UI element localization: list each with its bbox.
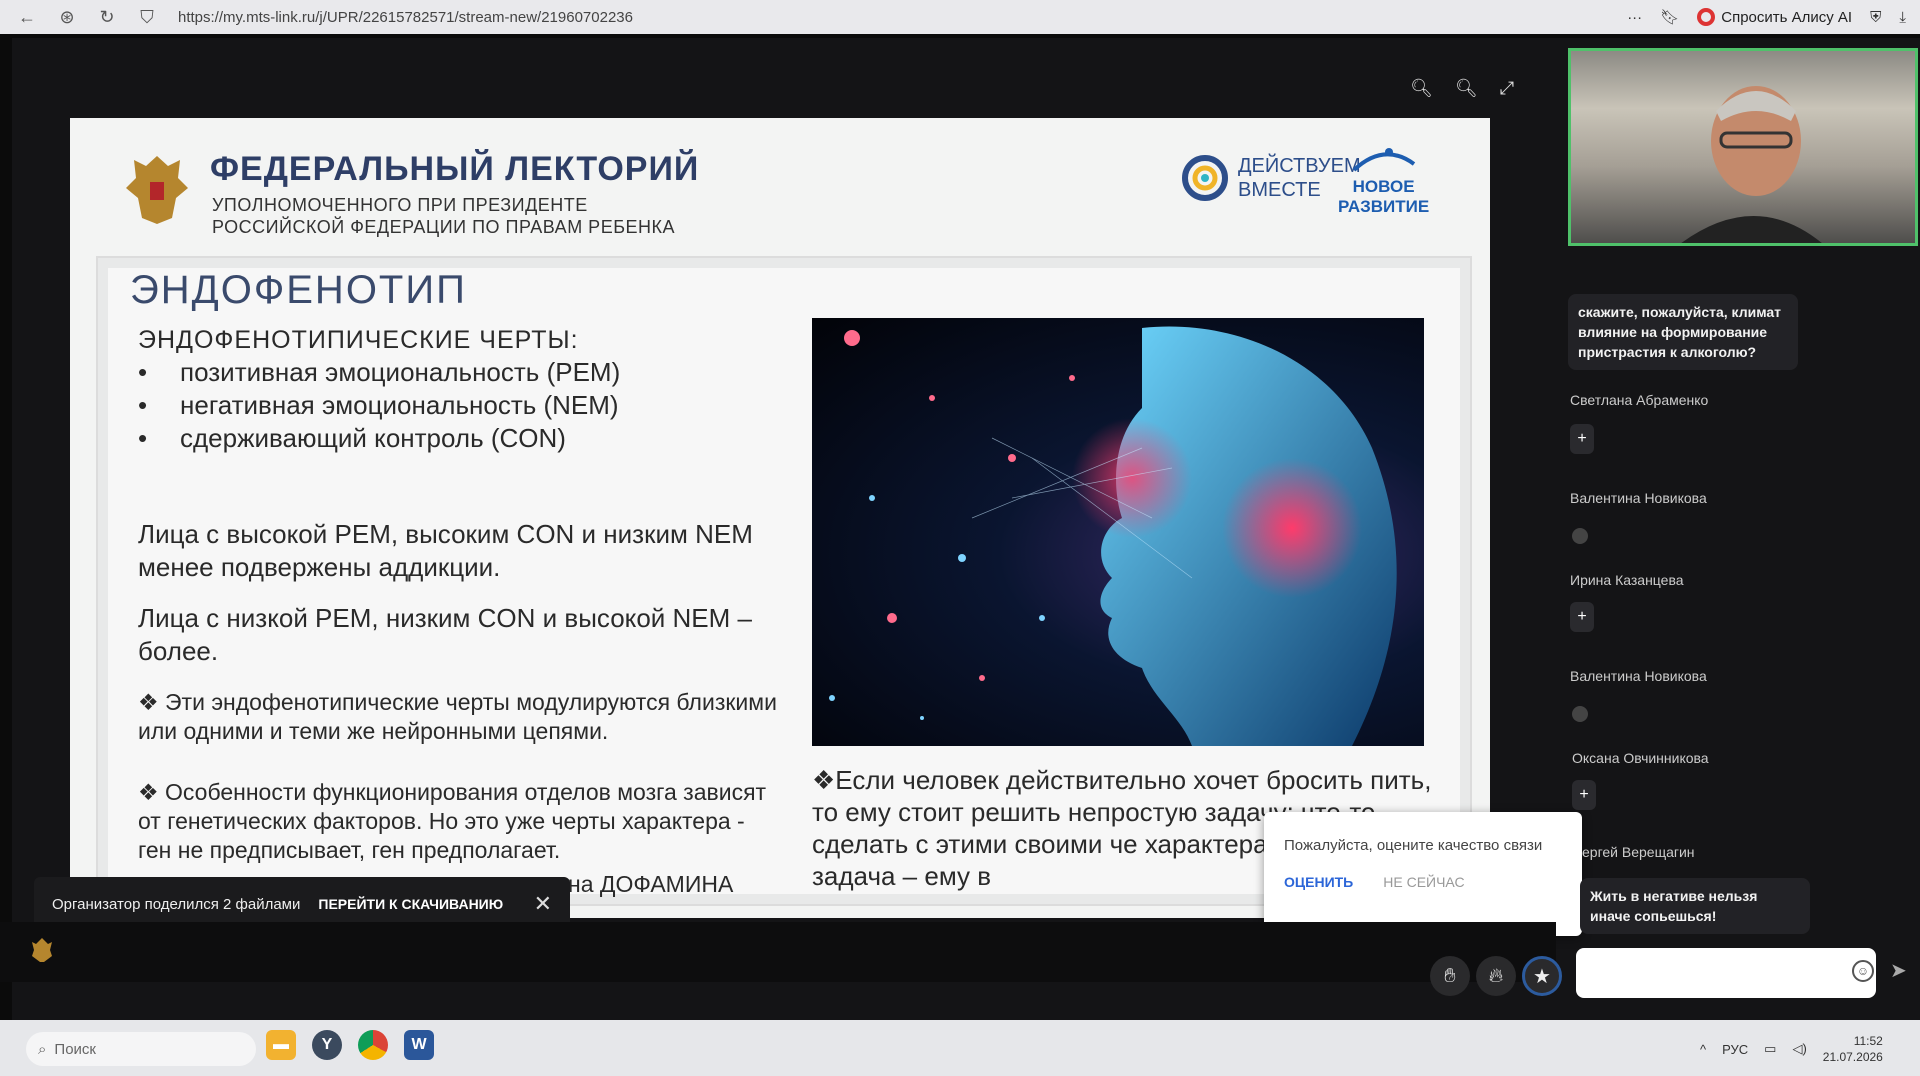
fire-reaction-icon[interactable]: 🔥︎ [1476, 956, 1516, 996]
word-icon[interactable]: W [404, 1030, 434, 1060]
back-icon[interactable]: ← [14, 4, 40, 30]
clock[interactable]: 11:52 21.07.2026 [1823, 1033, 1883, 1065]
rate-question: Пожалуйста, оцените качество связи [1284, 837, 1543, 854]
lectorium-subtitle: УПОЛНОМОЧЕННОГО ПРИ ПРЕЗИДЕНТЕ РОССИЙСКО… [212, 194, 675, 238]
search-placeholder: Поиск [54, 1040, 96, 1058]
deystvuem-logo-icon [1182, 155, 1228, 201]
coat-of-arms-icon [126, 156, 188, 224]
fullscreen-icon[interactable]: ⤢ [1500, 78, 1514, 99]
go-to-download-link[interactable]: ПЕРЕЙТИ К СКАЧИВАНИЮ [318, 896, 503, 912]
lectorium-title: ФЕДЕРАЛЬНЫЙ ЛЕКТОРИЙ [210, 150, 700, 188]
paragraph-high-pem: Лица с высокой PEM, высоким CON и низким… [138, 519, 753, 582]
browser-toolbar: ← ⊛ ↻ ⛉ https://my.mts-link.ru/j/UPR/226… [0, 0, 1920, 34]
glowing-face-image [829, 326, 1397, 746]
paragraph-genetics: ❖ Особенности функционирования отделов м… [138, 779, 767, 863]
reload-icon[interactable]: ↻ [94, 4, 120, 30]
novoe-razvitie-icon [1352, 148, 1415, 172]
address-bar[interactable]: https://my.mts-link.ru/j/UPR/22615782571… [178, 9, 633, 26]
trait-item: позитивная эмоциональность (PEM) [138, 356, 620, 389]
lectorium-sub-line1: УПОЛНОМОЧЕННОГО ПРИ ПРЕЗИДЕНТЕ [212, 195, 588, 215]
search-icon: ⌕ [38, 1040, 47, 1058]
chat-input-box [1576, 948, 1876, 998]
close-icon[interactable]: ✕ [534, 891, 552, 917]
speaker-video[interactable] [1568, 48, 1918, 246]
language-indicator[interactable]: РУС [1722, 1042, 1748, 1057]
rate-connection-popup: Пожалуйста, оцените качество связи ОЦЕНИ… [1264, 812, 1582, 936]
chat-author: ергей Верещагин [1582, 844, 1695, 860]
chat-panel: скажите, пожалуйста, климат влияние на ф… [1556, 250, 1920, 940]
emblem-icon [32, 938, 52, 962]
chat-author: Валентина Новикова [1570, 490, 1707, 506]
chrome-icon[interactable] [358, 1030, 388, 1060]
plus-icon[interactable]: + [1570, 424, 1594, 454]
paragraph-dopamine-tail: на ДОФАМИНА [568, 871, 734, 897]
chat-author: Валентина Новикова [1570, 668, 1707, 684]
partner2-line2: РАЗВИТИЕ [1338, 197, 1430, 216]
system-tray: ^ РУС ▭ ◁) 11:52 21.07.2026 [1700, 1024, 1883, 1074]
shield-icon[interactable]: ⛉ [134, 4, 160, 30]
file-explorer-icon[interactable]: ▬ [266, 1030, 296, 1060]
plus-icon[interactable]: + [1570, 602, 1594, 632]
network-icon[interactable]: ▭ [1764, 1041, 1776, 1057]
traits-list: позитивная эмоциональность (PEM) негатив… [138, 356, 620, 455]
emoji-icon[interactable]: ☺ [1852, 960, 1874, 982]
yandex-protect-icon[interactable]: ⊛ [54, 4, 80, 30]
clock-time: 11:52 [1853, 1034, 1883, 1048]
taskbar-search[interactable]: ⌕ Поиск [26, 1032, 256, 1066]
star-reaction-icon[interactable]: ★ [1522, 956, 1562, 996]
extension-icon[interactable]: ⛨ [1870, 9, 1881, 26]
send-icon[interactable]: ➤ [1890, 958, 1907, 983]
trait-item: сдерживающий контроль (CON) [138, 422, 620, 455]
raise-hand-icon[interactable]: ✋︎ [1430, 956, 1470, 996]
paragraph-neural-circuits: ❖ Эти эндофенотипические черты модулирую… [138, 689, 777, 744]
zoom-in-icon[interactable]: 🔍︎ [1455, 78, 1478, 99]
presentation-slide: ФЕДЕРАЛЬНЫЙ ЛЕКТОРИЙ УПОЛНОМОЧЕННОГО ПРИ… [70, 118, 1490, 918]
more-icon[interactable]: ··· [1627, 9, 1642, 26]
chat-message: скажите, пожалуйста, климат влияние на ф… [1568, 294, 1798, 370]
download-icon[interactable]: ⤓ [1899, 9, 1906, 26]
sticker-icon [1572, 528, 1588, 544]
bookmark-icon[interactable]: 🔖︎ [1660, 8, 1679, 26]
chat-message: Жить в негативе нельзя иначе сопьешься! [1580, 878, 1810, 934]
alice-button[interactable]: Спросить Алису AI [1697, 8, 1852, 26]
lectorium-sub-line2: РОССИЙСКОЙ ФЕДЕРАЦИИ ПО ПРАВАМ РЕБЕНКА [212, 217, 676, 237]
alice-icon [1697, 8, 1716, 26]
traits-heading: ЭНДОФЕНОТИПИЧЕСКИЕ ЧЕРТЫ: [138, 326, 579, 354]
chat-author: Ирина Казанцева [1570, 572, 1684, 588]
clock-date: 21.07.2026 [1822, 1050, 1883, 1064]
ai-head-illustration [812, 318, 1424, 746]
stage-bottom-bar [0, 922, 1556, 982]
toast-text: Организатор поделился 2 файлами [52, 895, 301, 913]
alice-label: Спросить Алису AI [1721, 8, 1853, 26]
chat-author: Светлана Абраменко [1570, 392, 1709, 408]
volume-icon[interactable]: ◁) [1792, 1041, 1806, 1057]
sticker-icon [1572, 706, 1588, 722]
speaker-avatar [1681, 86, 1822, 243]
slide-title: ЭНДОФЕНОТИП [130, 268, 467, 312]
rate-button[interactable]: ОЦЕНИТЬ [1284, 874, 1353, 890]
zoom-out-icon[interactable]: 🔍︎ [1410, 78, 1433, 99]
partner2-line1: НОВОЕ [1352, 177, 1415, 196]
partner-logo-deystvuem-vmeste: ДЕЙСТВУЕМ ВМЕСТЕ [1180, 148, 1361, 208]
plus-icon[interactable]: + [1572, 780, 1596, 810]
not-now-button[interactable]: НЕ СЕЙЧАС [1383, 874, 1464, 890]
chat-input[interactable] [1576, 948, 1816, 994]
chat-author: Оксана Овчинникова [1572, 750, 1709, 766]
trait-item: негативная эмоциональность (NEM) [138, 389, 620, 422]
slide-tools: 🔍︎ 🔍︎ ⤢ [1410, 78, 1514, 99]
tray-chevron-icon[interactable]: ^ [1700, 1042, 1706, 1057]
paragraph-low-pem: Лица с низкой PEM, низким CON и высокой … [138, 603, 752, 666]
yandex-browser-icon[interactable]: Y [312, 1030, 342, 1060]
partner-logo-novoe-razvitie: НОВОЕ РАЗВИТИЕ [1338, 146, 1429, 217]
